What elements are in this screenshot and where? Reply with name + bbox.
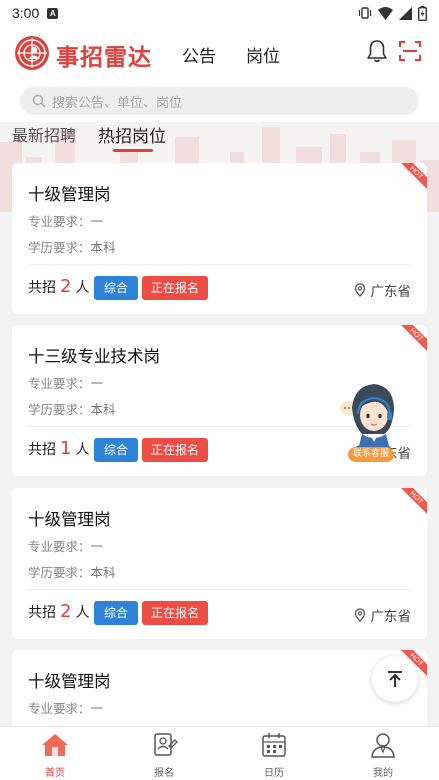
recruit-prefix: 共招 <box>28 280 56 296</box>
major-requirement: 专业要求：一 <box>28 698 103 717</box>
major-value: 一 <box>90 701 104 716</box>
type-badge: 综合 <box>94 601 139 625</box>
recruit-number: 1 <box>60 438 72 459</box>
search-bar-area: 搜索公告、单位、岗位 <box>0 80 439 122</box>
major-label: 专业要求： <box>28 214 91 229</box>
bell-icon[interactable] <box>366 39 388 63</box>
brand-title: 事招雷达 <box>56 45 152 71</box>
type-badge: 综合 <box>94 276 139 300</box>
edu-value: 本科 <box>90 402 116 417</box>
job-title: 十级管理岗 <box>28 672 111 691</box>
type-badge: 综合 <box>94 438 139 462</box>
nav-calendar-label: 日历 <box>264 768 284 779</box>
job-card[interactable]: HOT 十级管理岗 专业要求：一 学历要求：本科 共招 2 人 综合 正在报名 广东… <box>12 163 427 314</box>
major-value: 一 <box>90 376 104 391</box>
arrow-up-icon <box>388 671 402 687</box>
tab-announcements[interactable]: 公告 <box>182 42 216 67</box>
recruit-count: 共招 2 人 <box>28 276 89 297</box>
location: 广东省 <box>354 605 412 625</box>
edu-label: 学历要求： <box>28 565 91 580</box>
search-placeholder: 搜索公告、单位、岗位 <box>52 95 183 111</box>
hot-ribbon-icon: HOT <box>401 163 427 189</box>
job-card[interactable]: HOT 十级管理岗 专业要求：一 学历要求：本科 共招 2 人 综合 正在报名 广东… <box>12 488 427 639</box>
job-card[interactable]: HOT 十级管理岗 专业要求：一 学历要求：本科 <box>12 650 427 726</box>
edu-value: 本科 <box>90 565 116 580</box>
location-pin-icon <box>354 608 365 622</box>
job-title: 十三级专业技术岗 <box>28 347 160 366</box>
major-value: 一 <box>90 539 104 554</box>
edu-value: 本科 <box>90 240 116 255</box>
major-value: 一 <box>90 214 104 229</box>
major-label: 专业要求： <box>28 701 91 716</box>
location-text: 广东省 <box>370 284 412 300</box>
location-pin-icon <box>354 283 365 297</box>
major-requirement: 专业要求：一 <box>28 211 103 230</box>
calendar-icon <box>262 733 286 757</box>
status-badge: 正在报名 <box>142 601 209 625</box>
active-tab-indicator <box>113 149 153 152</box>
education-requirement: 学历要求：本科 <box>28 399 116 418</box>
signal-icon <box>399 6 412 20</box>
hot-ribbon-icon: HOT <box>401 325 427 351</box>
nav-profile-label: 我的 <box>373 768 393 779</box>
signup-icon <box>154 733 178 756</box>
education-requirement: 学历要求：本科 <box>28 562 116 581</box>
job-title: 十级管理岗 <box>28 185 111 204</box>
nav-home[interactable]: 首页 <box>25 732 85 779</box>
major-requirement: 专业要求：一 <box>28 373 103 392</box>
nav-signup-label: 报名 <box>154 768 174 779</box>
status-badge: 正在报名 <box>142 276 209 300</box>
status-bar: 3:00 A <box>0 0 439 26</box>
status-icons <box>358 5 427 21</box>
status-badge: 正在报名 <box>142 438 209 462</box>
recruit-count: 共招 1 人 <box>28 438 89 459</box>
hot-ribbon-icon: HOT <box>401 488 427 514</box>
recruit-suffix: 人 <box>75 280 90 296</box>
recruit-number: 2 <box>60 276 72 297</box>
status-time: 3:00 <box>12 5 40 21</box>
customer-service-label[interactable]: 联系客服 <box>348 447 395 462</box>
card-divider <box>28 589 411 590</box>
nav-home-label: 首页 <box>45 768 65 779</box>
app-header: 事招雷达 公告 岗位 <box>0 26 439 80</box>
wifi-icon <box>378 6 393 20</box>
card-divider <box>28 264 411 265</box>
job-title: 十级管理岗 <box>28 510 111 529</box>
major-label: 专业要求： <box>28 376 91 391</box>
recruit-prefix: 共招 <box>28 442 56 458</box>
tab-latest-recruit[interactable]: 最新招聘 <box>12 122 76 146</box>
nav-calendar[interactable]: 日历 <box>244 732 304 779</box>
app-logo-icon <box>15 36 49 70</box>
edu-label: 学历要求： <box>28 240 91 255</box>
scan-icon[interactable] <box>398 39 422 63</box>
search-icon <box>32 94 46 108</box>
location-text: 广东省 <box>370 609 412 625</box>
profile-icon <box>371 733 395 758</box>
nav-signup[interactable]: 报名 <box>134 732 194 779</box>
search-input[interactable]: 搜索公告、单位、岗位 <box>20 87 419 115</box>
recruit-suffix: 人 <box>75 605 90 621</box>
back-to-top-button[interactable] <box>372 656 418 702</box>
notification-icon: A <box>47 7 59 19</box>
tab-positions[interactable]: 岗位 <box>246 42 280 67</box>
vibrate-icon <box>358 7 372 19</box>
tab-hot-positions[interactable]: 热招岗位 <box>98 122 166 147</box>
home-icon <box>42 734 68 756</box>
location: 广东省 <box>354 280 412 300</box>
battery-icon <box>418 5 427 21</box>
nav-profile[interactable]: 我的 <box>353 732 413 779</box>
recruit-prefix: 共招 <box>28 605 56 621</box>
major-requirement: 专业要求：一 <box>28 536 103 555</box>
recruit-suffix: 人 <box>75 442 90 458</box>
recruit-number: 2 <box>60 601 72 622</box>
major-label: 专业要求： <box>28 539 91 554</box>
recruit-count: 共招 2 人 <box>28 601 89 622</box>
edu-label: 学历要求： <box>28 402 91 417</box>
education-requirement: 学历要求：本科 <box>28 237 116 256</box>
bottom-navigation: 首页 报名 日历 我的 <box>0 726 439 780</box>
